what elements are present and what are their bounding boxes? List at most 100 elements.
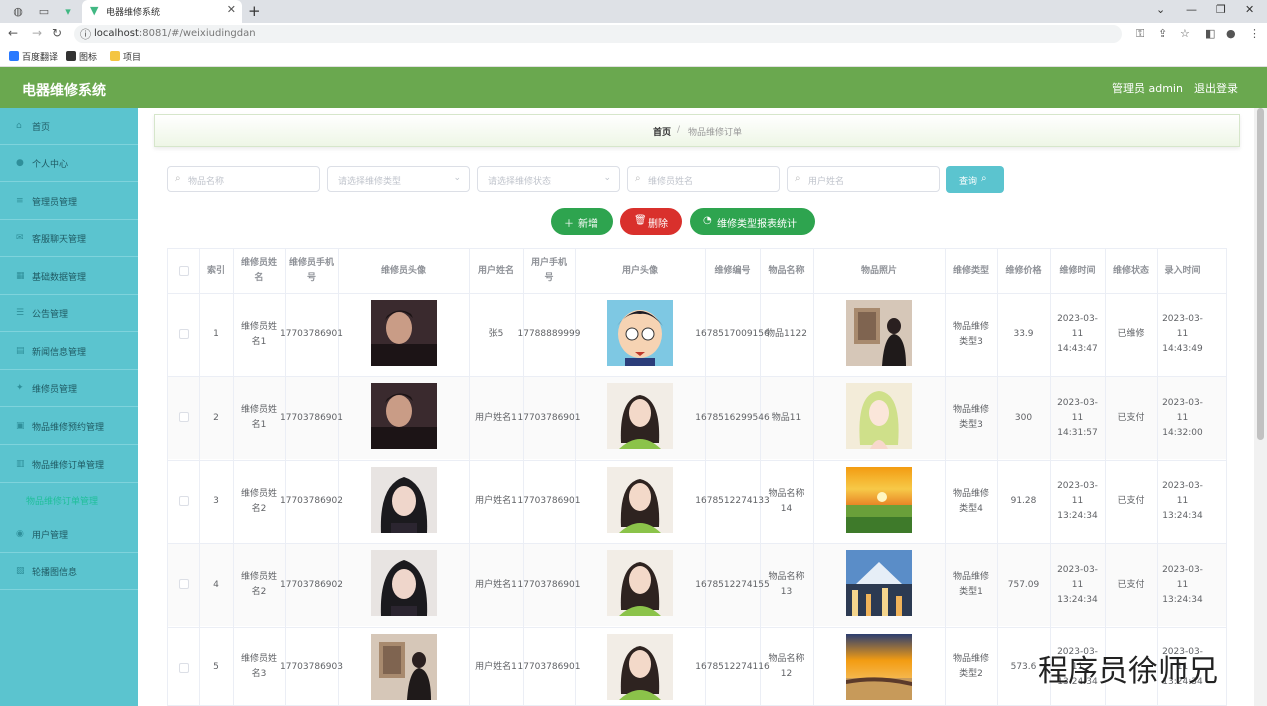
row-checkbox[interactable]: [179, 412, 189, 422]
sidebar-item-label: 首页: [32, 123, 51, 133]
sidebar-item[interactable]: ◉ 用户管理: [0, 516, 138, 553]
repair-type-select[interactable]: 请选择维修类型 ⌄: [327, 166, 470, 192]
column-divider: [945, 249, 946, 705]
blank-tab-icon[interactable]: ▭: [36, 4, 52, 20]
column-divider: [1157, 249, 1158, 705]
star-icon[interactable]: ☆: [1180, 27, 1190, 40]
info-icon[interactable]: ⓘ: [80, 26, 91, 42]
stats-button[interactable]: ◔ 维修类型报表统计: [690, 208, 815, 235]
column-header[interactable]: 用户姓名: [473, 249, 519, 293]
app-header: 电器维修系统 管理员 admin 退出登录: [0, 67, 1267, 108]
table-cell: 17703786901: [517, 661, 581, 672]
browser-tab-bar: ◍ ▭ ▾ ▼ 电器维修系统 ✕ + ⌄ — ❐ ✕: [0, 0, 1267, 23]
sidebar-item[interactable]: ✦ 维修员管理: [0, 370, 138, 407]
user-avatar-image: [607, 300, 673, 366]
list-icon: ≡: [16, 196, 24, 206]
share-icon[interactable]: ⇪: [1158, 27, 1167, 40]
column-header[interactable]: 维修价格: [1001, 249, 1046, 293]
sidebar-item[interactable]: ✉ 客服聊天管理: [0, 220, 138, 257]
table-cell: 维修员姓名1: [240, 405, 277, 430]
sidebar-item[interactable]: ⌂ 首页: [0, 108, 138, 145]
column-header[interactable]: 索引: [203, 249, 229, 293]
user-avatar-image: [607, 383, 673, 449]
scrollbar-thumb[interactable]: [1257, 108, 1264, 440]
column-header[interactable]: 物品照片: [817, 249, 941, 293]
column-header[interactable]: 维修员手机号: [289, 249, 334, 293]
breadcrumb-separator: /: [677, 125, 681, 135]
table-cell: 2023-03-11 13:24:34: [1162, 564, 1203, 605]
table-cell: 维修员姓名2: [240, 572, 277, 597]
key-icon[interactable]: ⚿: [1136, 27, 1144, 41]
row-checkbox[interactable]: [179, 579, 189, 589]
column-header[interactable]: 用户头像: [579, 249, 701, 293]
reload-icon[interactable]: ↻: [52, 26, 62, 40]
column-header[interactable]: 维修类型: [949, 249, 993, 293]
new-tab-icon[interactable]: +: [248, 2, 261, 20]
table-cell: 维修员姓名3: [240, 654, 277, 679]
row-checkbox[interactable]: [179, 496, 189, 506]
column-header[interactable]: 维修编号: [709, 249, 756, 293]
logout-link[interactable]: 退出登录: [1194, 80, 1238, 96]
chevron-down-icon[interactable]: ⌄: [1156, 3, 1165, 16]
table-cell: 5: [213, 661, 219, 672]
active-tab[interactable]: ▼ 电器维修系统 ✕: [82, 0, 242, 23]
sidebar-item[interactable]: ● 个人中心: [0, 145, 138, 182]
column-divider: [760, 249, 761, 705]
table-cell: 用户姓名1: [475, 496, 517, 506]
worker-avatar-image: [371, 383, 437, 449]
query-button[interactable]: 查询 ⌕: [946, 166, 1004, 193]
sidebar-item[interactable]: ▧ 轮播图信息: [0, 553, 138, 590]
sidebar-item[interactable]: ☰ 公告管理: [0, 295, 138, 332]
column-header[interactable]: 录入时间: [1161, 249, 1204, 293]
worker-name-input[interactable]: ⌕ 维修员姓名: [627, 166, 780, 192]
select-all-checkbox[interactable]: [179, 266, 189, 276]
back-icon[interactable]: ←: [8, 26, 18, 40]
profile-icon[interactable]: ●: [1226, 27, 1236, 40]
delete-label: 删除: [648, 219, 668, 230]
close-tab-icon[interactable]: ✕: [227, 3, 236, 16]
table-cell: 物品维修类型2: [952, 654, 989, 679]
repair-status-select[interactable]: 请选择维修状态 ⌄: [477, 166, 620, 192]
column-header[interactable]: 维修员姓名: [237, 249, 281, 293]
table-cell: 2023-03-11 14:43:47: [1057, 314, 1098, 354]
sidebar: ⌂ 首页 ● 个人中心 ≡ 管理员管理 ✉ 客服聊天管理 ▦ 基础数据管理 ☰ 公告管理 ▤ 新闻信息管理…: [0, 108, 138, 706]
sidebar-item[interactable]: ▦ 基础数据管理: [0, 258, 138, 295]
column-header[interactable]: 维修时间: [1054, 249, 1101, 293]
column-header[interactable]: 维修状态: [1109, 249, 1153, 293]
sidebar-item-label: 个人中心: [32, 160, 69, 170]
worker-icon: ✦: [16, 383, 24, 393]
vue-icon[interactable]: ▾: [60, 4, 76, 20]
sidepanel-icon[interactable]: ◧: [1205, 27, 1215, 40]
close-window-icon[interactable]: ✕: [1245, 3, 1254, 16]
bookmark-project[interactable]: 项目: [110, 50, 141, 63]
bookmark-icons[interactable]: 图标: [66, 50, 97, 63]
maximize-icon[interactable]: ❐: [1216, 3, 1226, 16]
globe-icon[interactable]: ◍: [10, 4, 26, 20]
add-button[interactable]: ＋ 新增: [551, 208, 613, 235]
minimize-icon[interactable]: —: [1186, 3, 1197, 16]
page-scrollbar[interactable]: [1254, 108, 1267, 706]
column-header[interactable]: 维修员头像: [342, 249, 465, 293]
row-checkbox[interactable]: [179, 329, 189, 339]
sidebar-item[interactable]: ▣ 物品维修预约管理: [0, 408, 138, 445]
column-header[interactable]: 物品名称: [764, 249, 809, 293]
sidebar-item[interactable]: ≡ 管理员管理: [0, 183, 138, 220]
row-checkbox[interactable]: [179, 663, 189, 673]
delete-button[interactable]: 🗑 删除: [620, 208, 682, 235]
sidebar-item[interactable]: ▥ 物品维修订单管理: [0, 446, 138, 483]
sidebar-item-label: 用户管理: [32, 531, 69, 541]
column-header[interactable]: 用户手机号: [527, 249, 571, 293]
sidebar-subitem-active[interactable]: 物品维修订单管理: [26, 494, 98, 507]
plus-icon: ＋: [564, 219, 574, 230]
item-name-placeholder: 物品名称: [188, 177, 225, 187]
forward-icon[interactable]: →: [32, 26, 42, 40]
user-name-input[interactable]: ⌕ 用户姓名: [787, 166, 940, 192]
bookmark-translate[interactable]: 百度翻译: [9, 50, 58, 63]
url-field[interactable]: ⓘ localhost:8081/#/weixiudingdan: [74, 25, 1122, 43]
sidebar-item[interactable]: ▤ 新闻信息管理: [0, 333, 138, 370]
item-name-input[interactable]: ⌕ 物品名称: [167, 166, 320, 192]
menu-icon[interactable]: ⋮: [1249, 27, 1260, 40]
breadcrumb-home[interactable]: 首页: [653, 125, 671, 138]
table-cell: 维修员姓名1: [240, 321, 277, 347]
table-cell: 17703786903: [280, 661, 343, 672]
